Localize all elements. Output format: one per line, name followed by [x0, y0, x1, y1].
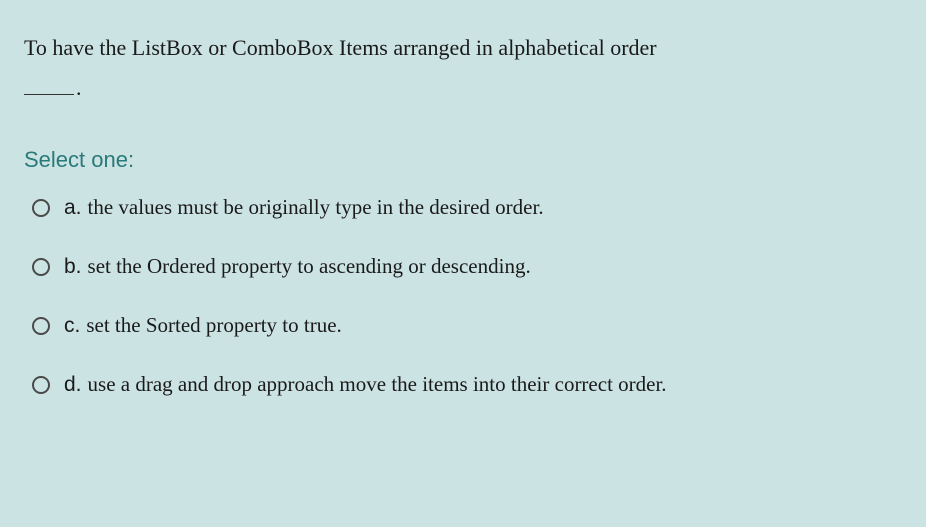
option-text: set the Sorted property to true. [86, 313, 341, 337]
option-letter: a. [64, 196, 82, 219]
option-a[interactable]: a. the values must be originally type in … [32, 195, 902, 220]
option-text: use a drag and drop approach move the it… [88, 372, 667, 396]
radio-a[interactable] [32, 199, 50, 217]
options-group: a. the values must be originally type in … [24, 195, 902, 397]
option-c[interactable]: c. set the Sorted property to true. [32, 313, 902, 338]
select-one-label: Select one: [24, 147, 902, 173]
option-letter: d. [64, 373, 82, 396]
option-letter: b. [64, 255, 82, 278]
fill-blank [24, 94, 74, 95]
option-text: the values must be originally type in th… [88, 195, 544, 219]
radio-b[interactable] [32, 258, 50, 276]
option-b[interactable]: b. set the Ordered property to ascending … [32, 254, 902, 279]
question-blank-trailer: . [76, 75, 82, 100]
option-label-d[interactable]: d. use a drag and drop approach move the … [64, 372, 667, 397]
option-d[interactable]: d. use a drag and drop approach move the … [32, 372, 902, 397]
option-label-a[interactable]: a. the values must be originally type in … [64, 195, 544, 220]
option-label-c[interactable]: c. set the Sorted property to true. [64, 313, 342, 338]
question-text: To have the ListBox or ComboBox Items ar… [24, 28, 902, 107]
option-text: set the Ordered property to ascending or… [88, 254, 531, 278]
option-label-b[interactable]: b. set the Ordered property to ascending … [64, 254, 531, 279]
option-letter: c. [64, 314, 80, 337]
question-line1: To have the ListBox or ComboBox Items ar… [24, 35, 657, 60]
radio-d[interactable] [32, 376, 50, 394]
radio-c[interactable] [32, 317, 50, 335]
